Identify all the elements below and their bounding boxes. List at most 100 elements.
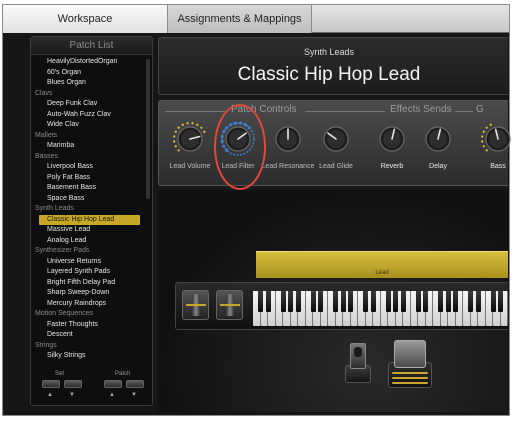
knob-lead-volume[interactable]: Lead Volume — [167, 119, 213, 185]
down-arrow-icon: ▼ — [131, 392, 137, 398]
black-key[interactable] — [393, 291, 398, 312]
patch-row[interactable]: 60's Organ — [31, 68, 152, 79]
tab-assignments-mappings[interactable]: Assignments & Mappings — [168, 5, 312, 33]
black-key[interactable] — [318, 291, 323, 312]
black-key[interactable] — [445, 291, 451, 312]
patch-row[interactable]: Layered Synth Pads — [31, 267, 152, 278]
knob-dial-icon — [220, 121, 255, 156]
black-key[interactable] — [475, 291, 481, 312]
down-arrow-icon: ▼ — [69, 392, 75, 398]
black-key[interactable] — [348, 291, 353, 312]
black-key[interactable] — [280, 291, 286, 312]
knob-dial-icon — [173, 122, 206, 152]
patch-prev-button[interactable] — [104, 380, 122, 388]
patch-category-row[interactable]: Basses — [31, 152, 152, 163]
keyboard-keys[interactable] — [253, 291, 508, 326]
black-key[interactable] — [295, 291, 301, 312]
section-g: G — [476, 104, 484, 115]
knob-label: Lead Glide — [319, 163, 353, 170]
knob-label: Lead Filter — [221, 163, 255, 170]
pitch-wheel[interactable] — [182, 290, 209, 320]
patch-row[interactable]: Wide Clav — [31, 120, 152, 131]
knob-dial-icon — [425, 126, 451, 152]
sustain-pedal[interactable] — [343, 343, 373, 383]
patch-list-footer: Set Patch ▲ ▼ ▲ ▼ — [31, 369, 152, 405]
patch-row[interactable]: Massive Lead — [31, 225, 152, 236]
divider — [455, 111, 473, 112]
up-arrow-icon: ▲ — [109, 392, 115, 398]
patch-category-row[interactable]: Strings — [31, 341, 152, 352]
black-key[interactable] — [468, 291, 473, 312]
patch-row[interactable]: Marimba — [31, 141, 152, 152]
black-key[interactable] — [438, 291, 443, 312]
set-next-button[interactable] — [64, 380, 82, 388]
knob-dial-icon — [379, 126, 405, 152]
black-key[interactable] — [370, 291, 376, 312]
up-arrow-icon: ▲ — [47, 392, 53, 398]
patch-row[interactable]: Space Bass — [31, 194, 152, 205]
patch-row[interactable]: Basement Bass — [31, 183, 152, 194]
knob-dial-icon — [481, 123, 511, 152]
patch-row[interactable]: Auto-Wah Fuzz Clav — [31, 110, 152, 121]
knob-label: Delay — [429, 163, 447, 170]
black-key[interactable] — [490, 291, 496, 312]
patch-row[interactable]: Deep Funk Clav — [31, 99, 152, 110]
tab-workspace[interactable]: Workspace — [3, 5, 168, 33]
black-key[interactable] — [415, 291, 421, 312]
patch-list-rows: HeavilyDistortedOrgan 60's Organ Blues Org… — [31, 57, 152, 371]
patch-row[interactable]: Analog Lead — [31, 236, 152, 247]
knob-bass[interactable]: Bass — [475, 119, 512, 185]
knob-reverb[interactable]: Reverb — [369, 119, 415, 185]
patch-row[interactable]: Bright Fifth Delay Pad — [31, 278, 152, 289]
patch-category: Synth Leads — [303, 47, 355, 57]
black-key[interactable] — [265, 291, 271, 312]
patch-category-row[interactable]: Synthesizer Pads — [31, 246, 152, 257]
knob-dial-icon — [323, 126, 349, 152]
black-key[interactable] — [340, 291, 346, 312]
set-prev-button[interactable] — [42, 380, 60, 388]
patch-list-panel: Patch List HeavilyDistortedOrgan 60's Org… — [30, 36, 153, 406]
black-key[interactable] — [333, 291, 338, 312]
black-key[interactable] — [453, 291, 458, 312]
black-key[interactable] — [310, 291, 316, 312]
expression-pedal[interactable] — [388, 336, 432, 388]
patch-label: Patch — [115, 371, 131, 377]
black-key[interactable] — [363, 291, 368, 312]
patch-category-row[interactable]: Motion Sequences — [31, 309, 152, 320]
knob-delay[interactable]: Delay — [415, 119, 461, 185]
patch-category-row[interactable]: Synth Leads — [31, 204, 152, 215]
knob-lead-filter[interactable]: Lead Filter — [215, 119, 261, 185]
black-key[interactable] — [400, 291, 406, 312]
knob-label: Lead Resonance — [261, 163, 315, 170]
black-key[interactable] — [258, 291, 263, 312]
patch-row[interactable]: Universe Returns — [31, 257, 152, 268]
black-key[interactable] — [423, 291, 428, 312]
patch-list-scrollbar[interactable] — [146, 59, 150, 199]
knob-lead-glide[interactable]: Lead Glide — [313, 119, 359, 185]
section-effects-sends: Effects Sends — [390, 104, 452, 115]
knob-dial-icon — [275, 126, 301, 152]
patch-next-button[interactable] — [126, 380, 144, 388]
patch-list-header: Patch List — [31, 37, 152, 55]
knob-label: Lead Volume — [169, 163, 211, 170]
patch-row-selected[interactable]: Classic Hip Hop Lead — [39, 214, 140, 225]
mod-wheel[interactable] — [216, 290, 243, 320]
patch-row[interactable]: Mercury Raindrops — [31, 299, 152, 310]
patch-row[interactable]: HeavilyDistortedOrgan — [31, 57, 152, 68]
patch-row[interactable]: Sharp Sweep-Down — [31, 288, 152, 299]
patch-name: Classic Hip Hop Lead — [237, 64, 421, 85]
patch-category-row[interactable]: Clavs — [31, 89, 152, 100]
patch-category-row[interactable]: Mallets — [31, 131, 152, 142]
black-key[interactable] — [498, 291, 503, 312]
black-key[interactable] — [385, 291, 391, 312]
set-label: Set — [55, 371, 65, 377]
black-key[interactable] — [288, 291, 293, 312]
patch-row[interactable]: Blues Organ — [31, 78, 152, 89]
patch-row[interactable]: Poly Fat Bass — [31, 173, 152, 184]
patch-row[interactable]: Descent — [31, 330, 152, 341]
knob-lead-resonance[interactable]: Lead Resonance — [262, 119, 314, 185]
divider — [165, 111, 225, 112]
patch-row[interactable]: Silky Strings — [31, 351, 152, 362]
patch-row[interactable]: Faster Thoughts — [31, 320, 152, 331]
patch-row[interactable]: Liverpool Bass — [31, 162, 152, 173]
